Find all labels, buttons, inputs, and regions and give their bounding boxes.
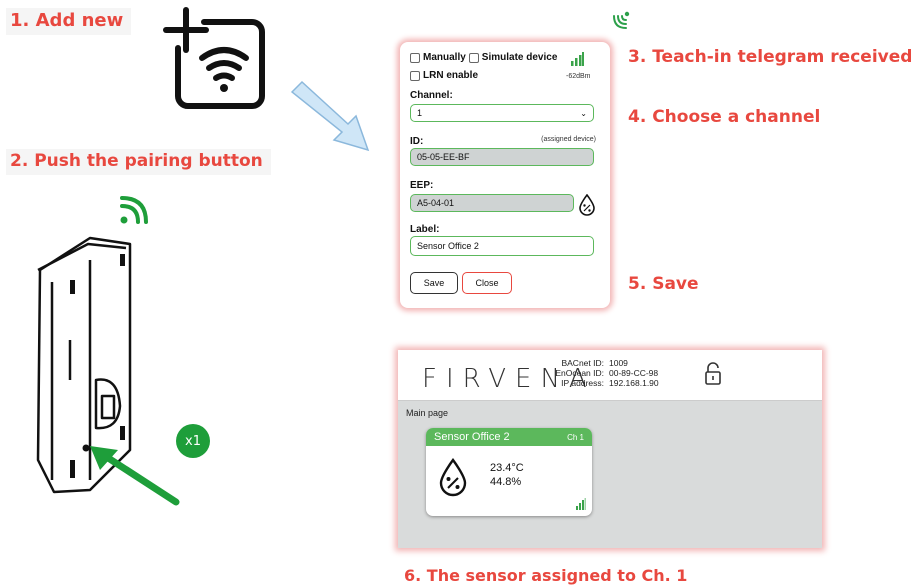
- enocean-label: EnOcean ID:: [555, 368, 604, 378]
- enocean-value: 00-89-CC-98: [609, 368, 659, 378]
- simulate-label: Simulate device: [481, 52, 558, 63]
- press-count-text: x1: [185, 433, 201, 449]
- eep-field-value: A5-04-01: [417, 198, 455, 208]
- page-title: Main page: [406, 408, 449, 418]
- humidity-drop-icon: [579, 194, 595, 216]
- manually-checkbox-row[interactable]: Manually Simulate device: [410, 52, 557, 63]
- id-field-value: 05-05-EE-BF: [417, 152, 470, 162]
- dashboard-panel: FIRVENA BACnet ID: EnOcean ID: IP addres…: [398, 350, 822, 548]
- chevron-down-icon: ⌄: [580, 108, 587, 118]
- dashboard-header: FIRVENA BACnet ID: EnOcean ID: IP addres…: [398, 350, 822, 401]
- lrn-checkbox-row[interactable]: LRN enable: [410, 70, 478, 81]
- channel-label: Channel:: [410, 90, 453, 101]
- simulate-checkbox[interactable]: [468, 52, 479, 63]
- add-wireless-device-icon: [163, 7, 265, 109]
- step-5-label: 5. Save: [628, 274, 699, 294]
- bacnet-value: 1009: [609, 358, 628, 368]
- wireless-signal-icon: [120, 196, 148, 224]
- bacnet-label: BACnet ID:: [561, 358, 604, 368]
- eep-label: EEP:: [410, 180, 434, 191]
- green-arrow-icon: [90, 446, 180, 506]
- channel-select[interactable]: 1 ⌄: [410, 104, 594, 122]
- unlock-icon[interactable]: [704, 362, 722, 386]
- manually-label: Manually: [423, 52, 466, 63]
- signal-bars-icon: [576, 498, 586, 510]
- temperature-value: 23.4°C: [490, 462, 524, 474]
- id-field[interactable]: 05-05-EE-BF: [410, 148, 594, 166]
- sensor-card-channel: Ch 1: [567, 432, 584, 442]
- arrow-down-right-icon: [290, 80, 370, 152]
- save-button-label: Save: [423, 278, 445, 288]
- sensor-card[interactable]: Sensor Office 2 Ch 1 23.4°C 44.8%: [426, 428, 592, 516]
- step-3-label: 3. Teach-in telegram received: [628, 47, 913, 67]
- humidity-value: 44.8%: [490, 476, 522, 488]
- lrn-checkbox[interactable]: [410, 70, 420, 81]
- close-button[interactable]: Close: [462, 272, 512, 294]
- lrn-label: LRN enable: [423, 70, 479, 81]
- manually-checkbox[interactable]: [410, 52, 420, 63]
- label-field-value: Sensor Office 2: [417, 241, 479, 251]
- teach-in-dialog: Manually Simulate device LRN enable -62d…: [400, 42, 610, 308]
- device-ids-values: 1009 00-89-CC-98 192.168.1.90: [609, 358, 659, 388]
- ip-value: 192.168.1.90: [609, 378, 659, 388]
- channel-select-value: 1: [417, 108, 423, 118]
- signal-bars-icon: [571, 52, 584, 66]
- close-button-label: Close: [475, 278, 499, 288]
- sensor-card-header: Sensor Office 2 Ch 1: [426, 428, 592, 446]
- id-note: (assigned device): [541, 136, 596, 143]
- step-1-label: 1. Add new: [6, 8, 132, 35]
- humidity-drop-icon: [439, 458, 467, 497]
- step-2-label: 2. Push the pairing button: [6, 149, 271, 175]
- sensor-card-title: Sensor Office 2: [434, 431, 510, 443]
- rssi-value: -62dBm: [566, 73, 591, 80]
- save-button[interactable]: Save: [410, 272, 458, 294]
- step-6-label: 6. The sensor assigned to Ch. 1: [404, 566, 688, 585]
- press-count-badge: x1: [176, 424, 210, 458]
- device-ids-labels: BACnet ID: EnOcean ID: IP address:: [538, 358, 604, 388]
- eep-field[interactable]: A5-04-01: [410, 194, 574, 212]
- step-4-label: 4. Choose a channel: [628, 107, 821, 127]
- label-field[interactable]: Sensor Office 2: [410, 236, 594, 256]
- ip-label: IP address:: [561, 378, 604, 388]
- label-label: Label:: [410, 224, 440, 235]
- id-label: ID:: [410, 136, 424, 147]
- wireless-signal-icon: [613, 11, 630, 29]
